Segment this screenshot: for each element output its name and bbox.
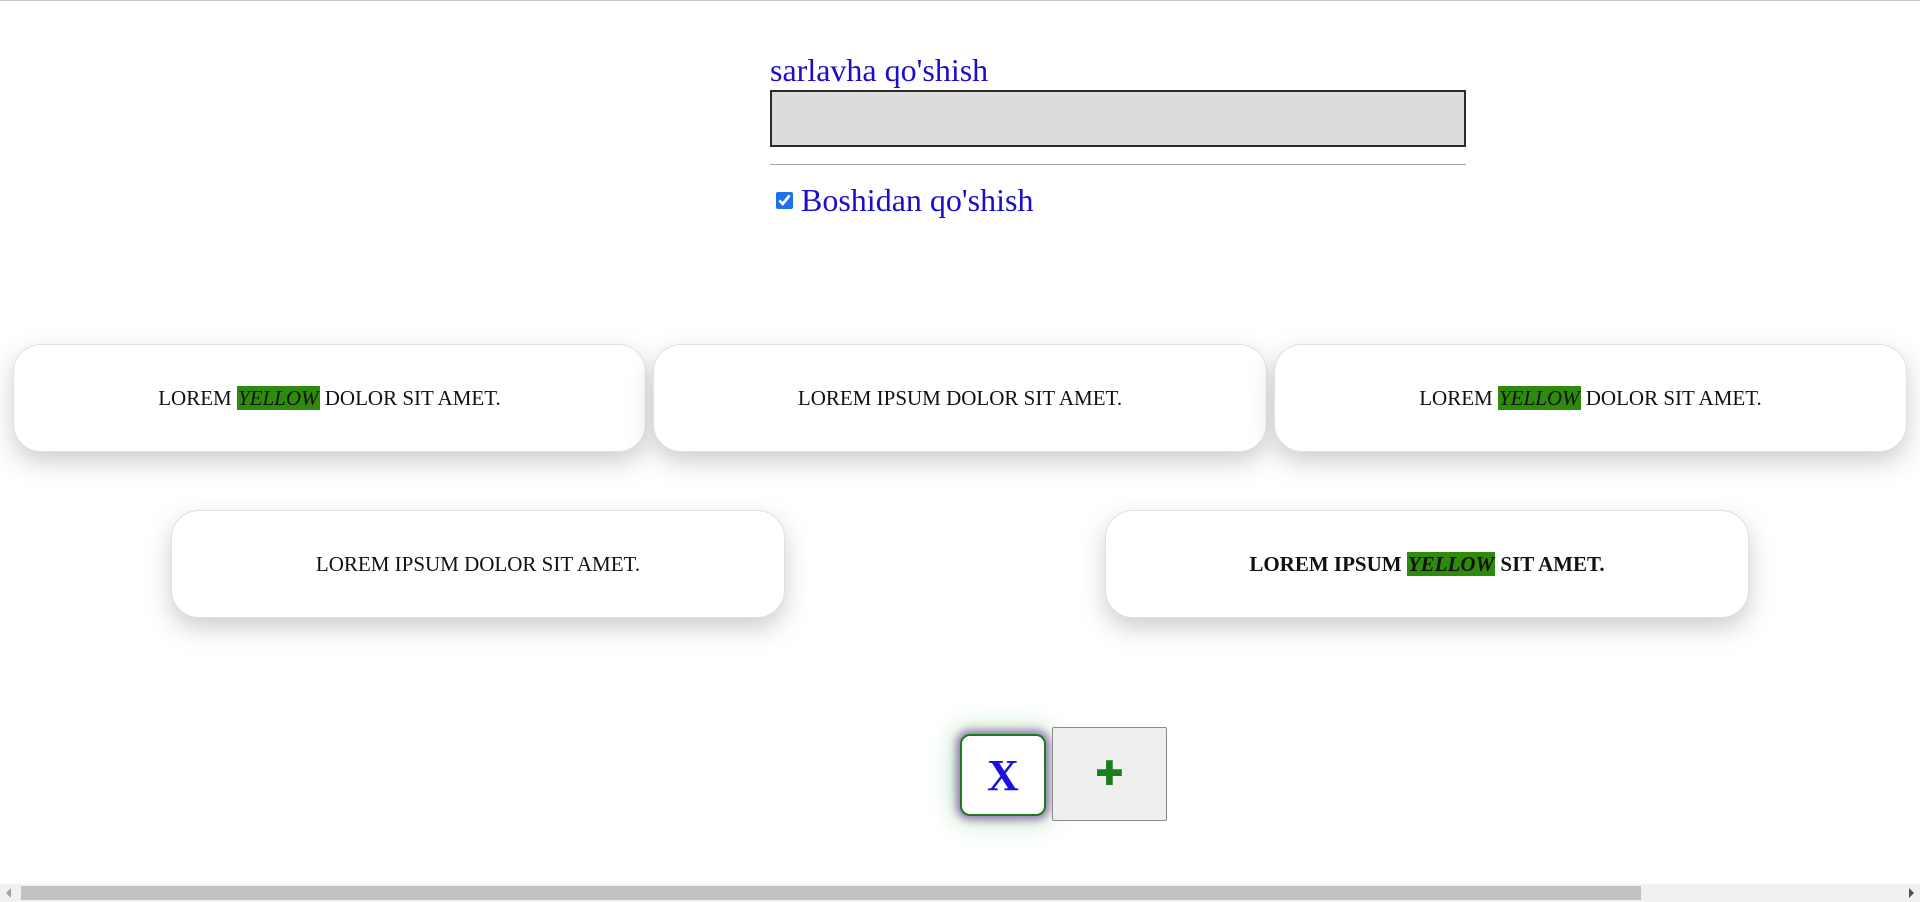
card-text-2: LOREM IPSUM DOLOR SIT AMET. xyxy=(797,385,1123,410)
title-label: sarlavha qo'shish xyxy=(770,52,989,88)
add-title-form: sarlavha qo'shish Boshidan qo'shish xyxy=(770,52,1466,218)
chevron-right-icon[interactable] xyxy=(1903,884,1920,902)
card-text-4: LOREM IPSUM DOLOR SIT AMET. xyxy=(315,551,641,576)
horizontal-scrollbar[interactable] xyxy=(0,884,1920,902)
chevron-left-icon[interactable] xyxy=(0,884,17,902)
prepend-checkbox[interactable] xyxy=(776,191,793,209)
scrollbar-thumb[interactable] xyxy=(21,886,1641,900)
form-divider xyxy=(770,164,1466,165)
highlight-word: YELLOW xyxy=(236,385,320,410)
top-border xyxy=(0,0,1920,1)
highlight-word: YELLOW xyxy=(1406,551,1496,576)
note-card-5[interactable]: LOREM IPSUM YELLOW SIT AMET. xyxy=(1105,510,1749,618)
note-card-3[interactable]: LOREM YELLOW DOLOR SIT AMET. xyxy=(1274,344,1907,452)
note-card-2[interactable]: LOREM IPSUM DOLOR SIT AMET. xyxy=(653,344,1267,452)
highlight-word: YELLOW xyxy=(1497,385,1581,410)
note-card-4[interactable]: LOREM IPSUM DOLOR SIT AMET. xyxy=(171,510,785,618)
title-input[interactable] xyxy=(770,90,1466,147)
add-button[interactable]: ✚ xyxy=(1052,727,1167,821)
card-text-3: LOREM YELLOW DOLOR SIT AMET. xyxy=(1419,385,1762,410)
prepend-option-row: Boshidan qo'shish xyxy=(770,182,1466,218)
note-card-1[interactable]: LOREM YELLOW DOLOR SIT AMET. xyxy=(13,344,646,452)
prepend-checkbox-label[interactable]: Boshidan qo'shish xyxy=(801,182,1033,218)
card-text-1: LOREM YELLOW DOLOR SIT AMET. xyxy=(158,385,501,410)
card-text-5: LOREM IPSUM YELLOW SIT AMET. xyxy=(1249,551,1605,576)
delete-button[interactable]: X xyxy=(960,734,1046,816)
